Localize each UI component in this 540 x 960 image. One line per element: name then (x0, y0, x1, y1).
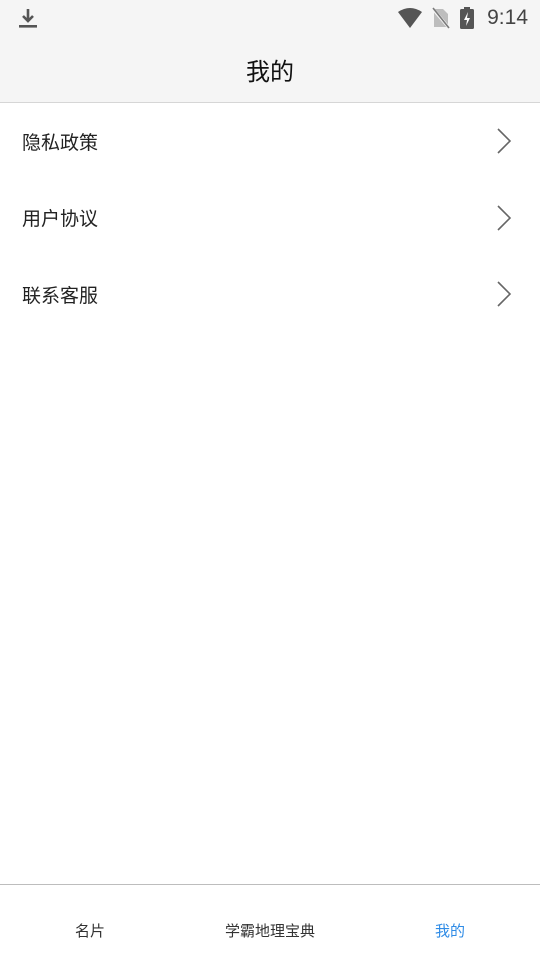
chevron-right-icon (497, 128, 512, 154)
chevron-right-icon (497, 281, 512, 307)
tab-label: 名片 (74, 922, 105, 940)
battery-charging-icon (459, 6, 475, 30)
app-screen: 9:14 我的 隐私政策 用户协议 联系客服 名片 学霸地理宝典 我的 (0, 0, 540, 960)
tab-geography-guide[interactable]: 学霸地理宝典 (180, 885, 360, 960)
bottom-nav: 名片 学霸地理宝典 我的 (0, 884, 540, 960)
status-bar: 9:14 (0, 0, 540, 36)
header-bar: 我的 (0, 36, 540, 103)
status-icons: 9:14 (397, 0, 528, 36)
menu-item-label: 用户协议 (22, 208, 99, 231)
wifi-icon (397, 7, 423, 29)
download-icon (16, 6, 40, 30)
menu-item-label: 隐私政策 (22, 131, 99, 154)
menu-list: 隐私政策 用户协议 联系客服 (0, 103, 540, 333)
status-time: 9:14 (487, 6, 528, 29)
tab-mine[interactable]: 我的 (360, 885, 540, 960)
tab-label: 学霸地理宝典 (224, 922, 315, 940)
menu-item-contact-support[interactable]: 联系客服 (0, 256, 540, 333)
tab-business-card[interactable]: 名片 (0, 885, 180, 960)
page-title: 我的 (246, 57, 294, 86)
no-sim-icon (431, 6, 452, 30)
menu-item-user-agreement[interactable]: 用户协议 (0, 180, 540, 257)
chevron-right-icon (497, 205, 512, 231)
menu-item-label: 联系客服 (22, 284, 99, 307)
tab-label: 我的 (434, 922, 465, 940)
menu-item-privacy-policy[interactable]: 隐私政策 (0, 103, 540, 180)
